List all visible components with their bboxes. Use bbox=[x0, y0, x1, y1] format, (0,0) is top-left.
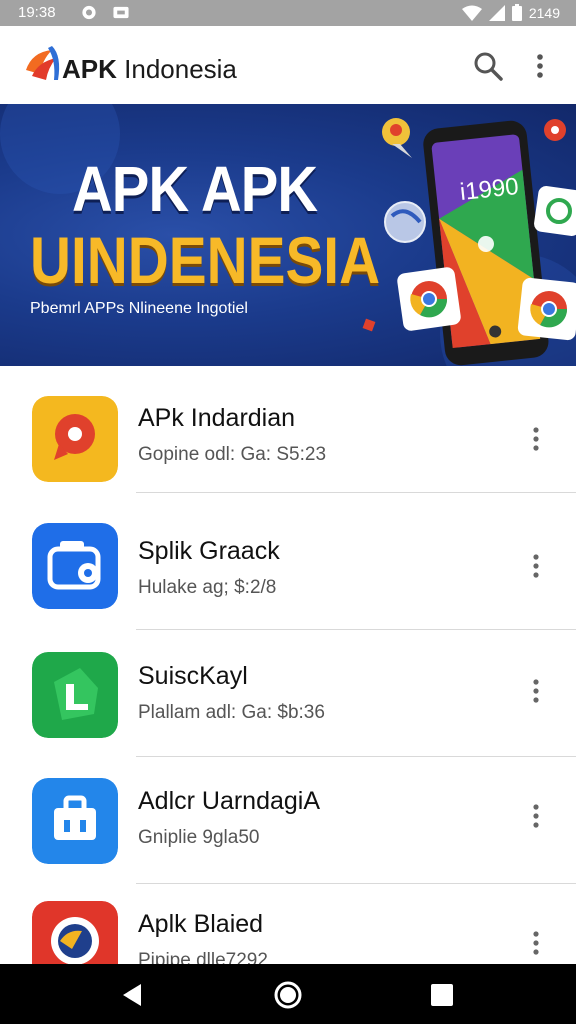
screen: 19:38 2149 APK Indonesia APK APK UINDENE… bbox=[0, 0, 576, 1024]
status-right: 2149 bbox=[461, 4, 560, 21]
banner-title-line2: UINDENESIA bbox=[30, 223, 381, 297]
list-item[interactable]: Splik Graack Hulake ag; $:2/8 bbox=[0, 503, 576, 630]
app-name: Splik Graack bbox=[138, 537, 280, 565]
more-vert-icon[interactable] bbox=[524, 551, 548, 581]
back-icon[interactable] bbox=[117, 980, 147, 1010]
battery-icon bbox=[511, 4, 522, 21]
app-bar: APK Indonesia bbox=[0, 26, 576, 104]
brand-title: APK Indonesia bbox=[62, 54, 237, 85]
list-item[interactable]: Adlcr UarndagiA Gniplie 9gla50 bbox=[0, 757, 576, 884]
search-icon[interactable] bbox=[470, 48, 506, 84]
more-vert-icon[interactable] bbox=[524, 928, 548, 958]
list-item[interactable]: SuiscKayl Plallam adl: Ga: $b:36 bbox=[0, 630, 576, 757]
app-name: Adlcr UarndagiA bbox=[138, 787, 321, 815]
camera-app-icon bbox=[32, 523, 118, 609]
app-name: Aplk Blaied bbox=[138, 910, 264, 938]
promo-banner[interactable]: APK APK UINDENESIA Pbemrl APPs Nlineene … bbox=[0, 104, 576, 366]
status-bar: 19:38 2149 bbox=[0, 0, 576, 26]
recents-icon[interactable] bbox=[427, 980, 457, 1010]
banner-subtitle: Pbemrl APPs Nlineene Ingotiel bbox=[30, 300, 248, 317]
floating-pin-icon bbox=[382, 118, 412, 158]
brand-rest: Indonesia bbox=[116, 54, 237, 84]
more-vert-icon[interactable] bbox=[524, 801, 548, 831]
app-subtitle: Hulake ag; $:2/8 bbox=[138, 577, 277, 598]
brand-bold: APK bbox=[62, 54, 117, 84]
nav-bar bbox=[0, 964, 576, 1024]
notification-icon bbox=[113, 6, 129, 19]
signal-icon bbox=[488, 4, 505, 21]
app-subtitle: Gniplie 9gla50 bbox=[138, 827, 260, 848]
more-vert-icon[interactable] bbox=[524, 676, 548, 706]
app-name: APk Indardian bbox=[138, 404, 296, 432]
chrome-tile-left bbox=[397, 267, 461, 331]
more-vert-icon[interactable] bbox=[524, 424, 548, 454]
app-name: SuiscKayl bbox=[138, 662, 248, 690]
divider bbox=[136, 492, 576, 493]
floating-globe-icon bbox=[384, 201, 426, 243]
map-pin-icon bbox=[32, 396, 118, 482]
battery-text: 2149 bbox=[528, 4, 560, 21]
wifi-icon bbox=[461, 5, 482, 21]
app-subtitle: Plallam adl: Ga: $b:36 bbox=[138, 702, 325, 723]
small-red-icon bbox=[544, 119, 566, 141]
alarm-icon bbox=[82, 5, 96, 20]
app-subtitle: Gopine odl: Ga: S5:23 bbox=[138, 444, 327, 465]
green-l-app-icon bbox=[32, 652, 118, 738]
chrome-tile-right bbox=[517, 277, 576, 341]
list-item[interactable]: APk Indardian Gopine odl: Ga: S5:23 bbox=[0, 366, 576, 493]
more-vert-icon[interactable] bbox=[527, 48, 553, 84]
status-time: 19:38 bbox=[18, 4, 56, 21]
banner-title-line1: APK APK bbox=[72, 153, 318, 225]
sync-tile-icon bbox=[534, 186, 576, 236]
briefcase-app-icon bbox=[32, 778, 118, 864]
home-icon[interactable] bbox=[273, 980, 303, 1010]
